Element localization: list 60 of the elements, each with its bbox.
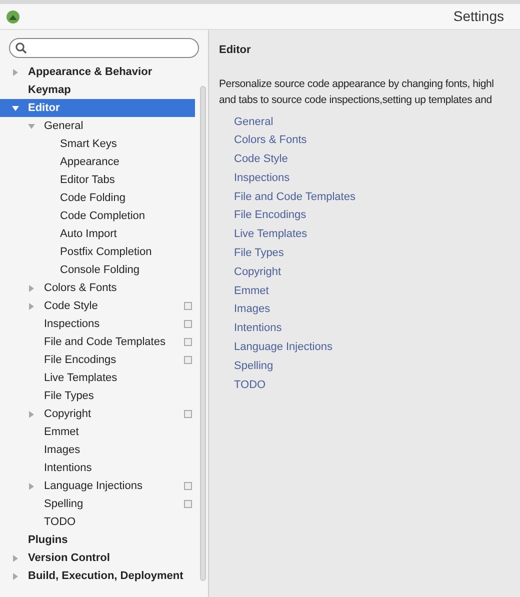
collapsed-arrow-icon[interactable] [28,410,35,418]
tree-item[interactable]: Postfix Completion [0,243,195,261]
settings-link[interactable]: Spelling [234,356,274,376]
tree-item[interactable]: Version Control [0,549,195,567]
tree-item[interactable]: File Encodings [0,351,195,369]
scrollbar[interactable] [200,86,206,581]
tree-item[interactable]: Colors & Fonts [0,279,195,297]
tree-item[interactable]: Auto Import [0,225,195,243]
search-icon [15,42,27,54]
collapsed-arrow-icon[interactable] [28,284,35,292]
tree-item[interactable]: Code Completion [0,207,195,225]
collapsed-arrow-icon[interactable] [12,572,19,580]
tree-item[interactable]: Plugins [0,531,195,549]
tree-item[interactable]: General [0,117,195,135]
collapsed-arrow-icon[interactable] [12,68,19,76]
description: Personalize source code appearance by changing fonts, highl and tabs to source code inspections,setting up templates and [219,76,495,108]
settings-link[interactable]: Emmet [234,282,269,300]
settings-link[interactable]: Copyright [234,262,282,282]
settings-link[interactable]: Colors & Fonts [234,131,307,150]
search-field[interactable] [9,38,199,58]
tree-item[interactable]: Live Templates [0,369,195,387]
tree-item[interactable]: Editor [0,99,195,117]
tree-item[interactable]: Code Style [0,297,195,315]
settings-link[interactable]: File and Code Templates [234,188,356,206]
tree-item[interactable]: Editor Tabs [0,171,195,189]
tree-item[interactable]: File and Code Templates [0,333,195,351]
settings-link[interactable]: General [234,112,274,132]
tree-item[interactable]: Images [0,441,195,459]
settings-link[interactable]: Code Style [234,150,288,169]
expanded-arrow-icon[interactable] [28,122,35,130]
collapsed-arrow-icon[interactable] [28,302,35,310]
tree-item[interactable]: File Types [0,387,195,405]
settings-link[interactable]: Intentions [234,319,282,338]
collapsed-arrow-icon[interactable] [28,482,35,490]
settings-link[interactable]: Live Templates [234,225,308,244]
tree-item[interactable]: Console Folding [0,261,195,279]
tree-item[interactable]: TODO [0,513,195,531]
tree-item[interactable]: Emmet [0,423,195,441]
tree-item[interactable]: Inspections [0,315,195,333]
tree-item[interactable]: Code Folding [0,189,195,207]
section-title: Editor [219,43,252,58]
tree-item[interactable]: Language Injections [0,477,195,495]
window-title: Settings [453,7,504,26]
tree-item[interactable]: Smart Keys [0,135,195,153]
settings-link[interactable]: Inspections [234,168,290,188]
tree-item[interactable]: Intentions [0,459,195,477]
tree-item[interactable]: Build, Execution, Deployment [0,567,195,585]
settings-link[interactable]: File Types [234,244,284,263]
expanded-arrow-icon[interactable] [12,104,19,112]
app-icon [6,10,20,24]
settings-link[interactable]: Images [234,300,270,320]
tree-item[interactable]: Appearance [0,153,195,171]
settings-link[interactable]: Language Injections [234,338,332,357]
tree-item[interactable]: Copyright [0,405,195,423]
settings-link[interactable]: TODO [234,376,266,394]
collapsed-arrow-icon[interactable] [12,554,19,562]
tree-item[interactable]: Appearance & Behavior [0,63,195,81]
settings-link[interactable]: File Encodings [234,206,306,226]
tree-item[interactable]: Keymap [0,81,195,99]
tree-item[interactable]: Spelling [0,495,195,513]
